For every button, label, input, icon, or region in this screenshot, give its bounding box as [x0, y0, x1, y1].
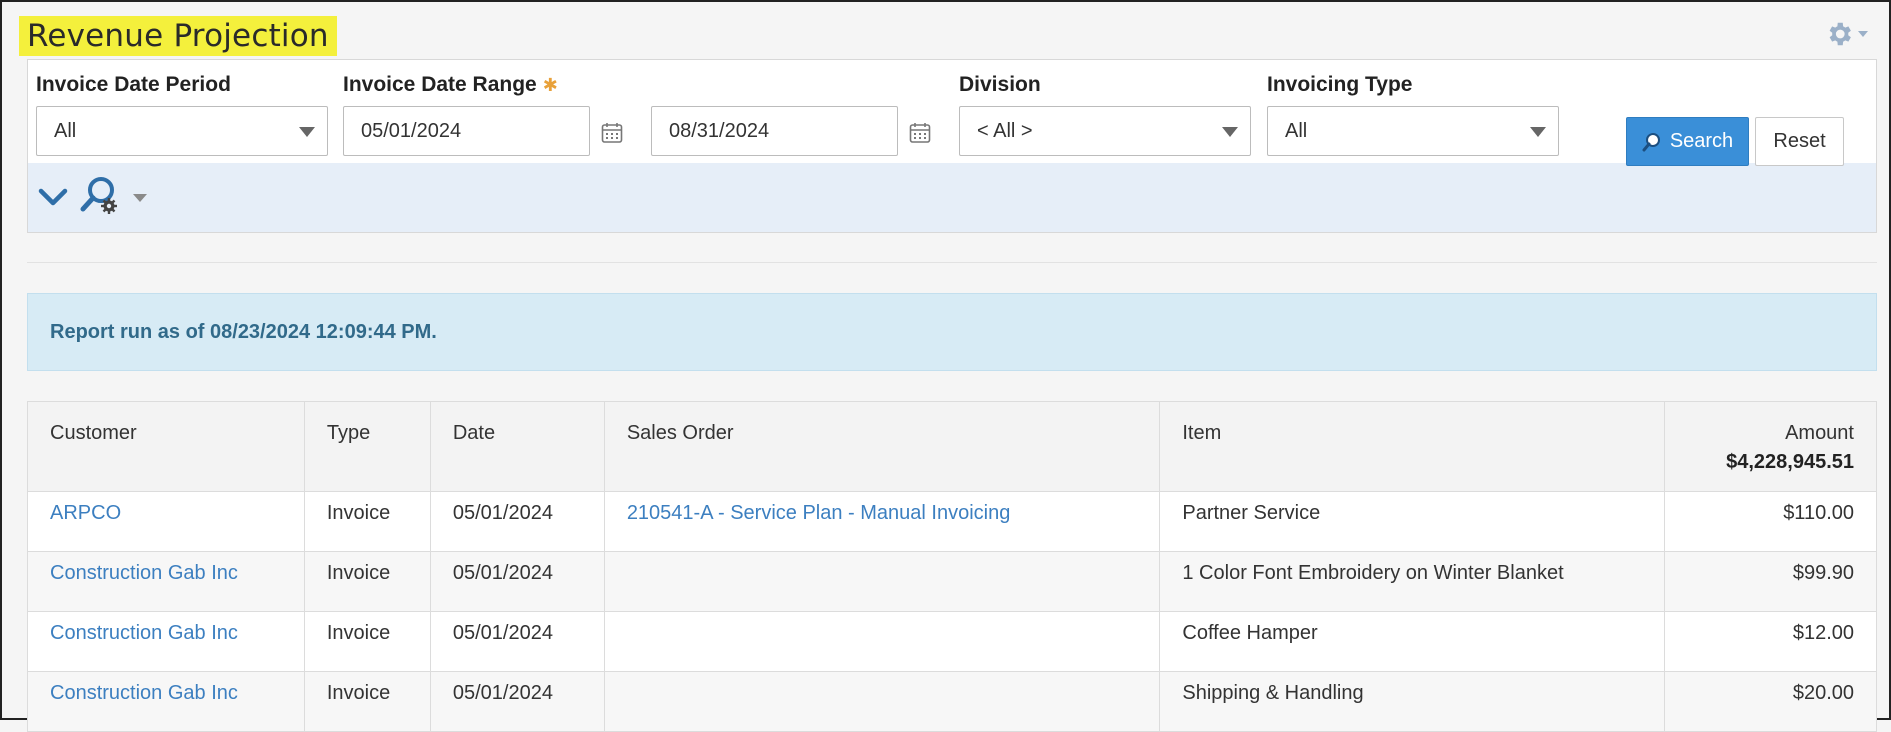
saved-search-icon[interactable] — [79, 173, 123, 217]
date-to-input[interactable]: 08/31/2024 — [651, 106, 898, 156]
amount-cell: $110.00 — [1664, 491, 1877, 552]
amount-header-label: Amount — [1785, 422, 1854, 444]
sales-order-link[interactable]: 210541-A - Service Plan - Manual Invoici… — [627, 502, 1011, 524]
chevron-down-icon[interactable] — [133, 194, 147, 202]
chevron-down-icon[interactable] — [1858, 31, 1868, 37]
reset-button[interactable]: Reset — [1755, 117, 1844, 166]
calendar-icon[interactable] — [909, 122, 931, 144]
invoice-date-range-text: Invoice Date Range — [343, 73, 537, 96]
table-row: Construction Gab Inc Invoice 05/01/2024 … — [27, 551, 1877, 612]
amount-cell: $20.00 — [1664, 671, 1877, 732]
type-cell: Invoice — [303, 611, 431, 672]
settings-menu[interactable] — [1824, 18, 1870, 50]
collapse-chevron-icon[interactable] — [37, 181, 69, 213]
type-cell: Invoice — [303, 491, 431, 552]
search-button-label: Search — [1669, 130, 1734, 152]
gear-icon[interactable] — [1824, 19, 1854, 49]
sales-order-cell — [603, 551, 1161, 612]
customer-link[interactable]: ARPCO — [50, 502, 121, 524]
customer-link[interactable]: Construction Gab Inc — [50, 682, 238, 704]
customer-link[interactable]: Construction Gab Inc — [50, 562, 238, 584]
invoice-date-period-label: Invoice Date Period — [36, 73, 231, 96]
date-cell: 05/01/2024 — [429, 551, 605, 612]
division-label: Division — [959, 73, 1041, 96]
amount-total: $4,228,945.51 — [1726, 451, 1854, 473]
sales-order-cell — [603, 611, 1161, 672]
invoicing-type-label: Invoicing Type — [1267, 73, 1413, 96]
invoice-date-period-select[interactable]: All — [36, 106, 328, 156]
table-row: Construction Gab Inc Invoice 05/01/2024 … — [27, 611, 1877, 672]
chevron-down-icon — [1222, 127, 1238, 137]
table-row: Construction Gab Inc Invoice 05/01/2024 … — [27, 671, 1877, 732]
item-cell: Shipping & Handling — [1159, 671, 1665, 732]
report-status-banner: Report run as of 08/23/2024 12:09:44 PM. — [27, 293, 1877, 371]
app-window: Revenue Projection Invoice Date Period A… — [0, 0, 1891, 732]
chevron-down-icon — [1530, 127, 1546, 137]
type-cell: Invoice — [303, 671, 431, 732]
type-cell: Invoice — [303, 551, 431, 612]
amount-cell: $12.00 — [1664, 611, 1877, 672]
column-header-amount[interactable]: Amount $4,228,945.51 — [1664, 401, 1877, 492]
date-cell: 05/01/2024 — [429, 671, 605, 732]
revenue-table: Customer Type Date Sales Order Item Amou… — [27, 401, 1877, 732]
filter-toolbar — [28, 163, 1876, 232]
division-select[interactable]: < All > — [959, 106, 1251, 156]
invoicing-type-value: All — [1285, 120, 1308, 142]
invoice-date-period-value: All — [54, 120, 77, 142]
divider — [27, 262, 1877, 263]
item-cell: 1 Color Font Embroidery on Winter Blanke… — [1159, 551, 1665, 612]
item-cell: Coffee Hamper — [1159, 611, 1665, 672]
customer-link[interactable]: Construction Gab Inc — [50, 622, 238, 644]
sales-order-cell — [603, 671, 1161, 732]
search-icon — [1642, 132, 1660, 151]
date-from-input[interactable]: 05/01/2024 — [343, 106, 590, 156]
column-header-item[interactable]: Item — [1159, 401, 1665, 492]
table-header-row: Customer Type Date Sales Order Item Amou… — [27, 401, 1877, 492]
search-button[interactable]: Search — [1626, 117, 1749, 166]
calendar-icon[interactable] — [601, 122, 623, 144]
invoice-date-range-label: Invoice Date Range ✱ — [343, 73, 558, 97]
item-cell: Partner Service — [1159, 491, 1665, 552]
column-header-date[interactable]: Date — [429, 401, 605, 492]
date-cell: 05/01/2024 — [429, 611, 605, 672]
page-title: Revenue Projection — [19, 16, 337, 56]
chevron-down-icon — [299, 127, 315, 137]
column-header-type[interactable]: Type — [303, 401, 431, 492]
invoicing-type-select[interactable]: All — [1267, 106, 1559, 156]
required-star-icon: ✱ — [542, 75, 558, 95]
filter-panel: Invoice Date Period All Invoice Date Ran… — [27, 59, 1877, 233]
column-header-customer[interactable]: Customer — [27, 401, 305, 492]
table-row: ARPCO Invoice 05/01/2024 210541-A - Serv… — [27, 491, 1877, 552]
division-value: < All > — [977, 120, 1033, 142]
date-cell: 05/01/2024 — [429, 491, 605, 552]
amount-cell: $99.90 — [1664, 551, 1877, 612]
column-header-sales-order[interactable]: Sales Order — [603, 401, 1161, 492]
